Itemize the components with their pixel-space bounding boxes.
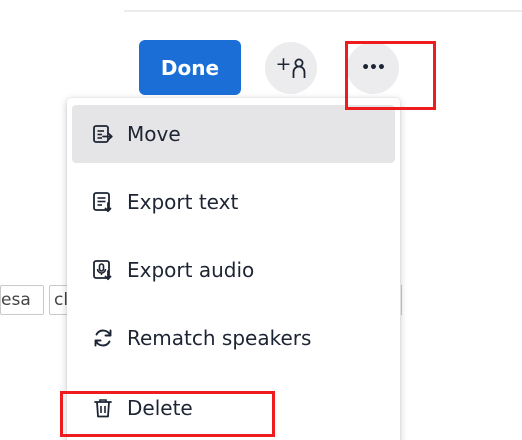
menu-item-delete[interactable]: Delete [72, 379, 395, 437]
more-options-menu: Move Export text Export audio Rematch sp… [67, 98, 400, 440]
done-button[interactable]: Done [139, 40, 241, 95]
speaker-chip[interactable]: esa [0, 285, 44, 315]
speaker-chip-label: esa [1, 290, 31, 310]
page: Done + ••• esa cl Move Export text Expor… [0, 0, 522, 440]
trash-icon [91, 396, 115, 420]
export-audio-icon [91, 258, 115, 282]
menu-item-label: Rematch speakers [127, 326, 312, 350]
top-divider [124, 0, 522, 12]
menu-item-rematch-speakers[interactable]: Rematch speakers [72, 309, 395, 367]
more-dots-icon: ••• [361, 60, 386, 76]
menu-item-label: Export audio [127, 258, 255, 282]
rematch-icon [91, 326, 115, 350]
menu-item-label: Delete [127, 396, 193, 420]
menu-item-export-audio[interactable]: Export audio [72, 241, 395, 299]
add-speaker-button[interactable]: + [265, 42, 317, 94]
export-text-icon [91, 190, 115, 214]
more-options-button[interactable]: ••• [347, 42, 399, 94]
add-speaker-plus: + [275, 52, 292, 75]
menu-item-label: Export text [127, 190, 239, 214]
menu-item-move[interactable]: Move [72, 105, 395, 163]
menu-item-label: Move [127, 122, 181, 146]
speaker-chip-label: cl [54, 290, 69, 310]
move-icon [91, 122, 115, 146]
add-person-icon: + [275, 52, 307, 79]
menu-item-export-text[interactable]: Export text [72, 173, 395, 231]
